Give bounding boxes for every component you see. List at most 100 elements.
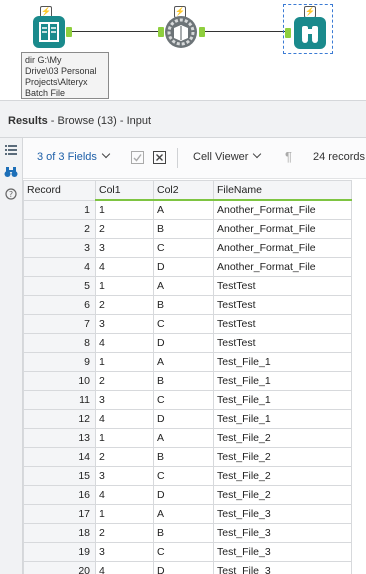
- table-row[interactable]: 10 2 B Test_File_1: [23, 371, 352, 391]
- table-row[interactable]: 6 2 B TestTest: [23, 295, 352, 315]
- cell-col1[interactable]: 3: [95, 466, 154, 486]
- cell-filename[interactable]: TestTest: [213, 333, 352, 353]
- table-row[interactable]: 16 4 D Test_File_2: [23, 485, 352, 505]
- cell-filename[interactable]: TestTest: [213, 295, 352, 315]
- cell-col1[interactable]: 2: [95, 371, 154, 391]
- cell-col1[interactable]: 4: [95, 409, 154, 429]
- cell-viewer-dropdown[interactable]: Cell Viewer: [193, 149, 262, 163]
- table-row[interactable]: 13 1 A Test_File_2: [23, 428, 352, 448]
- table-row[interactable]: 7 3 C TestTest: [23, 314, 352, 334]
- cell-col2[interactable]: D: [153, 409, 214, 429]
- cell-col2[interactable]: B: [153, 295, 214, 315]
- table-row[interactable]: 17 1 A Test_File_3: [23, 504, 352, 524]
- cell-col2[interactable]: C: [153, 390, 214, 410]
- output-anchor[interactable]: [66, 27, 72, 37]
- cell-filename[interactable]: Test_File_2: [213, 466, 352, 486]
- cell-record[interactable]: 19: [23, 542, 96, 562]
- column-header-col1[interactable]: Col1: [95, 180, 154, 201]
- cell-col2[interactable]: D: [153, 561, 214, 574]
- cell-record[interactable]: 14: [23, 447, 96, 467]
- cell-col2[interactable]: B: [153, 523, 214, 543]
- cell-record[interactable]: 4: [23, 257, 96, 277]
- cell-col1[interactable]: 1: [95, 428, 154, 448]
- table-row[interactable]: 2 2 B Another_Format_File: [23, 219, 352, 239]
- cell-col2[interactable]: D: [153, 485, 214, 505]
- checkbox-icon[interactable]: [131, 151, 144, 167]
- table-row[interactable]: 9 1 A Test_File_1: [23, 352, 352, 372]
- cell-col1[interactable]: 3: [95, 542, 154, 562]
- input-anchor[interactable]: [285, 28, 291, 38]
- column-header-filename[interactable]: FileName: [213, 180, 352, 201]
- cell-record[interactable]: 7: [23, 314, 96, 334]
- list-icon[interactable]: [4, 144, 18, 158]
- cell-filename[interactable]: Another_Format_File: [213, 257, 352, 277]
- cell-filename[interactable]: Test_File_1: [213, 390, 352, 410]
- directory-tool[interactable]: ⚡: [30, 6, 72, 48]
- cell-col1[interactable]: 2: [95, 295, 154, 315]
- cell-record[interactable]: 6: [23, 295, 96, 315]
- cell-record[interactable]: 17: [23, 504, 96, 524]
- cell-col2[interactable]: A: [153, 504, 214, 524]
- cell-filename[interactable]: Test_File_2: [213, 428, 352, 448]
- cell-col1[interactable]: 3: [95, 238, 154, 258]
- table-row[interactable]: 20 4 D Test_File_3: [23, 561, 352, 574]
- cell-filename[interactable]: Another_Format_File: [213, 219, 352, 239]
- cell-record[interactable]: 20: [23, 561, 96, 574]
- table-row[interactable]: 4 4 D Another_Format_File: [23, 257, 352, 277]
- cell-filename[interactable]: Test_File_1: [213, 352, 352, 372]
- cell-filename[interactable]: TestTest: [213, 314, 352, 334]
- table-row[interactable]: 1 1 A Another_Format_File: [23, 199, 352, 220]
- cell-filename[interactable]: Test_File_2: [213, 485, 352, 505]
- table-row[interactable]: 12 4 D Test_File_1: [23, 409, 352, 429]
- cell-col1[interactable]: 4: [95, 257, 154, 277]
- cell-filename[interactable]: Test_File_1: [213, 371, 352, 391]
- cell-record[interactable]: 16: [23, 485, 96, 505]
- cell-filename[interactable]: TestTest: [213, 276, 352, 296]
- cell-record[interactable]: 3: [23, 238, 96, 258]
- cell-filename[interactable]: Test_File_3: [213, 542, 352, 562]
- cell-col2[interactable]: C: [153, 466, 214, 486]
- table-row[interactable]: 5 1 A TestTest: [23, 276, 352, 296]
- cell-filename[interactable]: Another_Format_File: [213, 238, 352, 258]
- cell-filename[interactable]: Test_File_2: [213, 447, 352, 467]
- cell-record[interactable]: 1: [23, 199, 96, 220]
- input-anchor[interactable]: [158, 27, 164, 37]
- cell-col2[interactable]: B: [153, 219, 214, 239]
- clear-box-icon[interactable]: [153, 151, 166, 167]
- cell-col2[interactable]: B: [153, 447, 214, 467]
- cell-filename[interactable]: Test_File_3: [213, 561, 352, 574]
- cell-col2[interactable]: D: [153, 333, 214, 353]
- cell-record[interactable]: 13: [23, 428, 96, 448]
- help-icon[interactable]: ?: [4, 188, 18, 202]
- cell-col2[interactable]: C: [153, 314, 214, 334]
- cell-col1[interactable]: 4: [95, 485, 154, 505]
- cell-col1[interactable]: 4: [95, 561, 154, 574]
- table-row[interactable]: 19 3 C Test_File_3: [23, 542, 352, 562]
- fields-dropdown[interactable]: 3 of 3 Fields: [37, 149, 111, 163]
- dynamic-input-tool[interactable]: ⚡: [157, 6, 205, 48]
- cell-record[interactable]: 8: [23, 333, 96, 353]
- table-row[interactable]: 15 3 C Test_File_2: [23, 466, 352, 486]
- cell-col1[interactable]: 3: [95, 314, 154, 334]
- table-row[interactable]: 8 4 D TestTest: [23, 333, 352, 353]
- cell-col2[interactable]: C: [153, 238, 214, 258]
- cell-filename[interactable]: Another_Format_File: [213, 199, 352, 220]
- table-row[interactable]: 11 3 C Test_File_1: [23, 390, 352, 410]
- cell-filename[interactable]: Test_File_1: [213, 409, 352, 429]
- cell-record[interactable]: 9: [23, 352, 96, 372]
- output-anchor[interactable]: [199, 27, 205, 37]
- cell-col2[interactable]: A: [153, 352, 214, 372]
- column-header-record[interactable]: Record: [23, 180, 96, 201]
- cell-col1[interactable]: 1: [95, 199, 154, 220]
- cell-col2[interactable]: A: [153, 276, 214, 296]
- binoculars-icon[interactable]: [4, 166, 18, 180]
- cell-col1[interactable]: 2: [95, 523, 154, 543]
- cell-col2[interactable]: C: [153, 542, 214, 562]
- table-row[interactable]: 18 2 B Test_File_3: [23, 523, 352, 543]
- workflow-canvas[interactable]: ⚡ ⚡ ⚡ dir G:\My Drive\03 Personal Projec…: [0, 0, 366, 100]
- cell-col1[interactable]: 4: [95, 333, 154, 353]
- cell-filename[interactable]: Test_File_3: [213, 504, 352, 524]
- cell-record[interactable]: 18: [23, 523, 96, 543]
- cell-col1[interactable]: 1: [95, 352, 154, 372]
- pilcrow-icon[interactable]: ¶: [285, 149, 292, 164]
